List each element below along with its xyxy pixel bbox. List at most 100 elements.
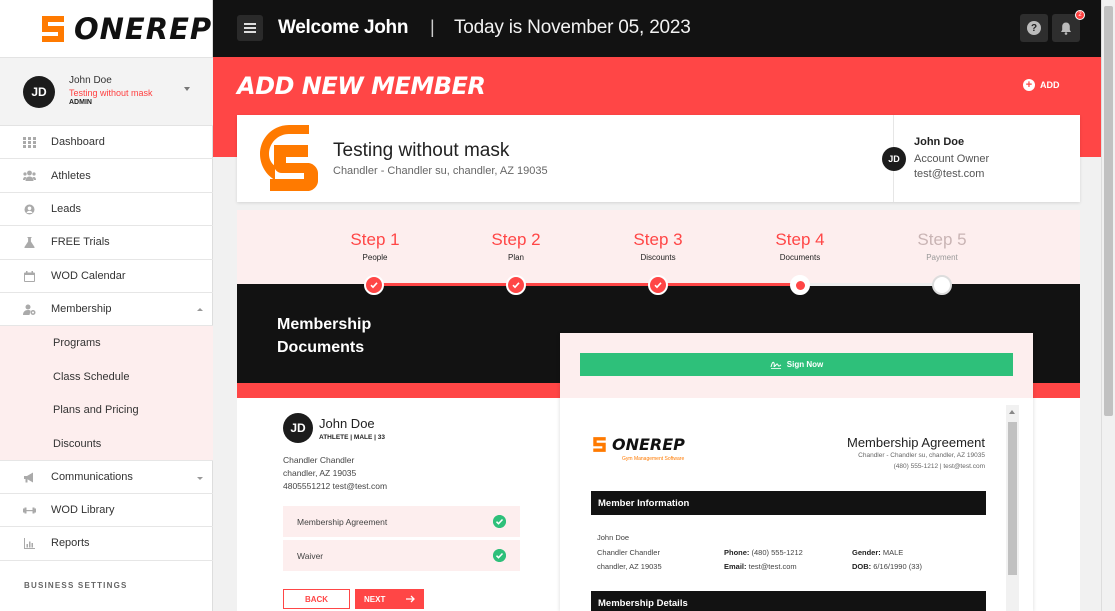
user-gear-icon xyxy=(23,304,36,315)
progress-line-remaining xyxy=(801,283,942,286)
sidebar-item-label: Class Schedule xyxy=(53,370,130,383)
user-name: John Doe xyxy=(69,75,112,86)
sidebar-item-class-schedule[interactable]: Class Schedule xyxy=(0,360,213,394)
user-role: ADMIN xyxy=(69,99,92,106)
scrollbar-thumb[interactable] xyxy=(1008,422,1017,575)
onerep-logo-icon xyxy=(593,437,606,452)
scrollbar-thumb[interactable] xyxy=(1104,6,1113,416)
step-2-check-icon xyxy=(506,275,526,295)
page-scrollbar[interactable] xyxy=(1101,0,1115,611)
doc-dob: DOB: 6/16/1990 (33) xyxy=(852,562,922,571)
member-address-line: Chandler Chandler xyxy=(283,455,355,465)
sidebar-item-leads[interactable]: Leads xyxy=(0,193,213,227)
add-button[interactable]: + ADD xyxy=(1023,79,1060,91)
people-icon xyxy=(23,170,36,182)
doc-member-name: John Doe xyxy=(597,533,630,542)
step-5-pending-icon xyxy=(932,275,952,295)
brand-name: ONEREP xyxy=(74,12,213,46)
app-root: ONEREP JD John Doe Testing without mask … xyxy=(0,0,1115,611)
hamburger-line xyxy=(244,27,256,29)
calendar-icon xyxy=(24,270,35,282)
document-brand: ONEREP xyxy=(612,435,685,454)
sign-now-button[interactable]: Sign Now xyxy=(580,353,1013,376)
step-title: Step 5 xyxy=(917,230,967,249)
member-name: John Doe xyxy=(319,416,375,431)
document-label: Waiver xyxy=(297,550,324,561)
plus-icon: + xyxy=(1023,79,1035,91)
hamburger-line xyxy=(244,23,256,25)
sign-bar: Sign Now xyxy=(560,333,1033,398)
arrow-right-icon xyxy=(406,595,415,603)
chevron-down-icon[interactable] xyxy=(184,87,190,91)
document-scrollbar[interactable] xyxy=(1006,405,1019,611)
sidebar-item-programs[interactable]: Programs xyxy=(0,326,213,360)
flask-icon xyxy=(24,237,35,249)
step-1[interactable]: Step 1 People xyxy=(330,230,420,262)
step-title: Step 3 xyxy=(633,230,683,249)
signature-icon xyxy=(770,361,782,369)
document-item-waiver[interactable]: Waiver xyxy=(283,540,520,571)
user-circle-icon xyxy=(24,204,35,215)
doc-phone-value: (480) 555-1212 xyxy=(751,548,803,557)
step-3[interactable]: Step 3 Discounts xyxy=(613,230,703,262)
step-5[interactable]: Step 5 Payment xyxy=(897,230,987,262)
doc-email-label: Email: xyxy=(724,562,747,571)
owner-name: John Doe xyxy=(914,136,965,148)
step-title: Step 4 xyxy=(775,230,825,249)
step-1-check-icon xyxy=(364,275,384,295)
brand-logo[interactable]: ONEREP xyxy=(38,12,213,46)
doc-phone: Phone: (480) 555-1212 xyxy=(724,548,803,557)
user-menu[interactable]: JD John Doe Testing without mask ADMIN xyxy=(0,57,213,126)
sidebar-item-wod-library[interactable]: WOD Library xyxy=(0,494,213,528)
sidebar-item-label: Reports xyxy=(51,537,90,550)
avatar: JD xyxy=(882,147,906,171)
help-button[interactable]: ? xyxy=(1020,14,1048,42)
member-meta: ATHLETE | MALE | 33 xyxy=(319,434,385,441)
chevron-down-icon xyxy=(197,477,203,481)
section-heading-business-settings: BUSINESS SETTINGS xyxy=(24,581,128,590)
membership-submenu: Programs Class Schedule Plans and Pricin… xyxy=(0,326,213,461)
sidebar-item-athletes[interactable]: Athletes xyxy=(0,159,213,193)
page-title: ADD NEW MEMBER xyxy=(237,72,486,100)
step-2[interactable]: Step 2 Plan xyxy=(471,230,561,262)
sidebar-item-wod-calendar[interactable]: WOD Calendar xyxy=(0,260,213,293)
add-button-label: ADD xyxy=(1040,80,1060,90)
sidebar-item-communications[interactable]: Communications xyxy=(0,460,213,494)
member-contact: 4805551212 test@test.com xyxy=(283,481,388,491)
grid-icon xyxy=(23,137,36,148)
scroll-up-arrow-icon[interactable] xyxy=(1009,410,1015,414)
sidebar-item-reports[interactable]: Reports xyxy=(0,527,213,561)
section-header: Member Information xyxy=(591,491,986,515)
sidebar-item-label: FREE Trials xyxy=(51,236,110,249)
doc-gender-label: Gender: xyxy=(852,548,881,557)
sidebar-item-label: Athletes xyxy=(51,169,91,182)
onerep-logo-icon xyxy=(42,16,64,42)
sidebar-item-label: WOD Library xyxy=(51,503,115,516)
document-item-membership-agreement[interactable]: Membership Agreement xyxy=(283,506,520,537)
question-icon: ? xyxy=(1027,21,1041,35)
avatar: JD xyxy=(283,413,313,443)
sidebar-item-dashboard[interactable]: Dashboard xyxy=(0,126,213,160)
sidebar-item-label: Leads xyxy=(51,202,81,215)
sidebar-item-membership[interactable]: Membership xyxy=(0,293,213,327)
doc-member-address: Chandler Chandler xyxy=(597,548,660,557)
sidebar-item-free-trials[interactable]: FREE Trials xyxy=(0,226,213,260)
step-subtitle: People xyxy=(362,253,388,262)
documents-title: Membership Documents xyxy=(277,313,371,359)
next-button[interactable]: NEXT xyxy=(355,589,424,609)
document-preview: Sign Now ONEREP Gym Management Software … xyxy=(560,333,1033,611)
sidebar-item-label: Discounts xyxy=(53,437,102,450)
menu-toggle-button[interactable] xyxy=(237,15,263,41)
sidebar-item-plans-and-pricing[interactable]: Plans and Pricing xyxy=(0,393,213,427)
section-header: Membership Details xyxy=(591,591,986,611)
back-button[interactable]: BACK xyxy=(283,589,350,609)
step-title: Step 1 xyxy=(350,230,400,249)
sidebar-item-discounts[interactable]: Discounts xyxy=(0,427,213,461)
step-4[interactable]: Step 4 Documents xyxy=(755,230,845,262)
step-subtitle: Plan xyxy=(507,253,524,262)
sign-now-label: Sign Now xyxy=(786,360,824,369)
step-subtitle: Documents xyxy=(779,253,821,262)
avatar: JD xyxy=(23,76,55,108)
member-address: Chandler Chandler chandler, AZ 19035 480… xyxy=(283,454,387,493)
owner-email: test@test.com xyxy=(914,168,985,180)
